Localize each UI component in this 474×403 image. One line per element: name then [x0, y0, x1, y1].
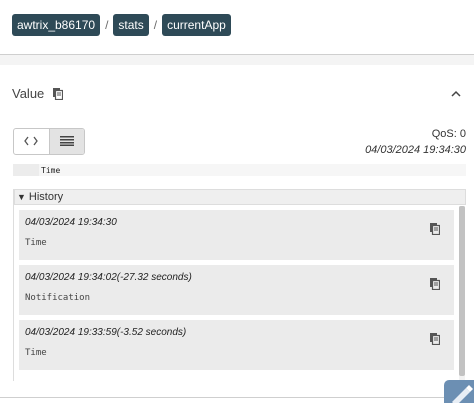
divider [0, 397, 445, 398]
history-timestamp: 04/03/2024 19:34:02(-27.32 seconds) [25, 272, 192, 283]
history-message: Time [25, 238, 47, 248]
breadcrumb-item-device[interactable]: awtrix_b86170 [12, 14, 101, 36]
breadcrumb-item-stats[interactable]: stats [113, 14, 149, 36]
menu-lines-icon [59, 135, 74, 149]
history-message: Notification [25, 293, 91, 303]
copy-icon[interactable] [53, 87, 64, 100]
edit-fab-button[interactable] [444, 380, 474, 403]
breadcrumb-item-current-app[interactable]: currentApp [162, 14, 231, 36]
breadcrumb-separator: / [153, 18, 158, 32]
history-timestamp: 04/03/2024 19:33:59(-3.52 seconds) [25, 327, 187, 338]
section-band [0, 55, 474, 65]
history-timestamp: 04/03/2024 19:34:30 [25, 217, 117, 228]
history-panel: ▼ History 04/03/2024 19:34:30 Time 04/03… [13, 189, 466, 381]
pencil-icon [444, 385, 474, 403]
history-item: 04/03/2024 19:34:30 Time [19, 210, 454, 260]
copy-icon[interactable] [430, 222, 441, 236]
history-scrollbar[interactable] [459, 206, 465, 381]
history-label: History [28, 191, 64, 203]
value-title: Value [12, 86, 45, 101]
code-view-button[interactable] [14, 129, 49, 154]
view-toggle [13, 128, 85, 155]
triangle-down-icon: ▼ [17, 192, 26, 202]
history-list: 04/03/2024 19:34:30 Time 04/03/2024 19:3… [19, 210, 454, 381]
code-icon [24, 135, 39, 149]
history-item: 04/03/2024 19:33:59(-3.52 seconds) Time [19, 320, 454, 370]
chevron-up-icon[interactable] [450, 87, 462, 99]
value-display: Time [13, 164, 466, 176]
scrollbar-thumb[interactable] [459, 206, 465, 376]
raw-view-button[interactable] [48, 129, 84, 154]
history-message: Time [25, 348, 47, 358]
breadcrumb-separator: / [105, 18, 109, 32]
copy-icon[interactable] [430, 277, 441, 291]
history-item: 04/03/2024 19:34:02(-27.32 seconds) Noti… [19, 265, 454, 315]
breadcrumb: awtrix_b86170 / stats / currentApp [12, 14, 231, 36]
value-timestamp: 04/03/2024 19:34:30 [365, 144, 466, 156]
copy-icon[interactable] [430, 332, 441, 346]
value-header: Value [12, 86, 64, 101]
history-toggle[interactable]: ▼ History [14, 189, 466, 205]
line-gutter [13, 164, 39, 176]
qos-label: QoS: 0 [431, 128, 466, 140]
current-value: Time [41, 165, 61, 175]
